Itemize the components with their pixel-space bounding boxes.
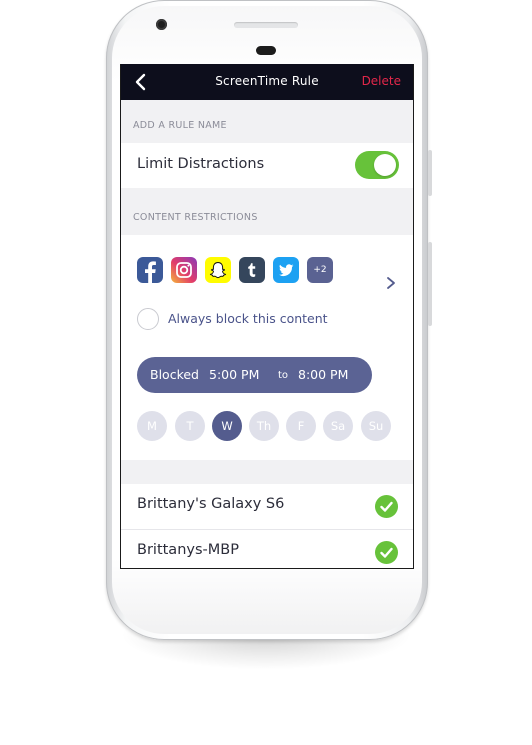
rule-name-row[interactable]: Limit Distractions: [121, 143, 413, 188]
schedule-separator: to: [278, 370, 289, 381]
snapchat-icon: [205, 257, 231, 283]
schedule-status: Blocked: [150, 367, 199, 382]
schedule-start-time: 5:00 PM: [209, 367, 260, 382]
twitter-icon: [273, 257, 299, 283]
day-friday[interactable]: F: [286, 411, 316, 441]
day-tuesday[interactable]: T: [175, 411, 205, 441]
proximity-sensor: [256, 46, 276, 55]
earpiece-speaker: [234, 22, 298, 28]
toggle-knob: [374, 154, 396, 176]
phone-mockup: ScreenTime Rule Delete ADD A RULE NAME L…: [0, 0, 532, 745]
device-name: Brittany's Galaxy S6: [137, 496, 285, 512]
power-button: [428, 242, 432, 326]
navigation-bar: ScreenTime Rule Delete: [121, 64, 413, 100]
schedule-button[interactable]: Blocked 5:00 PM to 8:00 PM: [137, 357, 372, 393]
device-row[interactable]: Brittanys-MBP: [121, 530, 413, 568]
rule-name-text[interactable]: Limit Distractions: [137, 156, 264, 172]
day-wednesday[interactable]: W: [212, 411, 242, 441]
content-restrictions-section-label: CONTENT RESTRICTIONS: [133, 212, 258, 223]
tumblr-icon: [239, 257, 265, 283]
instagram-icon: [171, 257, 197, 283]
rule-name-section-label: ADD A RULE NAME: [133, 120, 227, 131]
always-block-label[interactable]: Always block this content: [168, 311, 328, 326]
rule-enabled-toggle[interactable]: [355, 151, 399, 179]
facebook-icon: [137, 257, 163, 283]
schedule-end-time: 8:00 PM: [298, 367, 349, 382]
app-screen: ScreenTime Rule Delete ADD A RULE NAME L…: [120, 64, 414, 569]
day-thursday[interactable]: Th: [249, 411, 279, 441]
checkmark-icon[interactable]: [375, 495, 398, 518]
chevron-right-icon[interactable]: [385, 276, 397, 290]
delete-button[interactable]: Delete: [362, 74, 401, 88]
day-monday[interactable]: M: [137, 411, 167, 441]
front-camera: [156, 19, 167, 30]
more-apps-badge[interactable]: +2: [307, 257, 333, 283]
day-sunday[interactable]: Su: [361, 411, 391, 441]
volume-button: [428, 150, 432, 196]
content-restrictions-card: +2 Always block this content Blocked 5:0…: [121, 235, 413, 460]
checkmark-icon[interactable]: [375, 541, 398, 564]
device-row[interactable]: Brittany's Galaxy S6: [121, 484, 413, 529]
always-block-radio[interactable]: [137, 308, 159, 330]
day-saturday[interactable]: Sa: [323, 411, 353, 441]
device-name: Brittanys-MBP: [137, 542, 239, 558]
